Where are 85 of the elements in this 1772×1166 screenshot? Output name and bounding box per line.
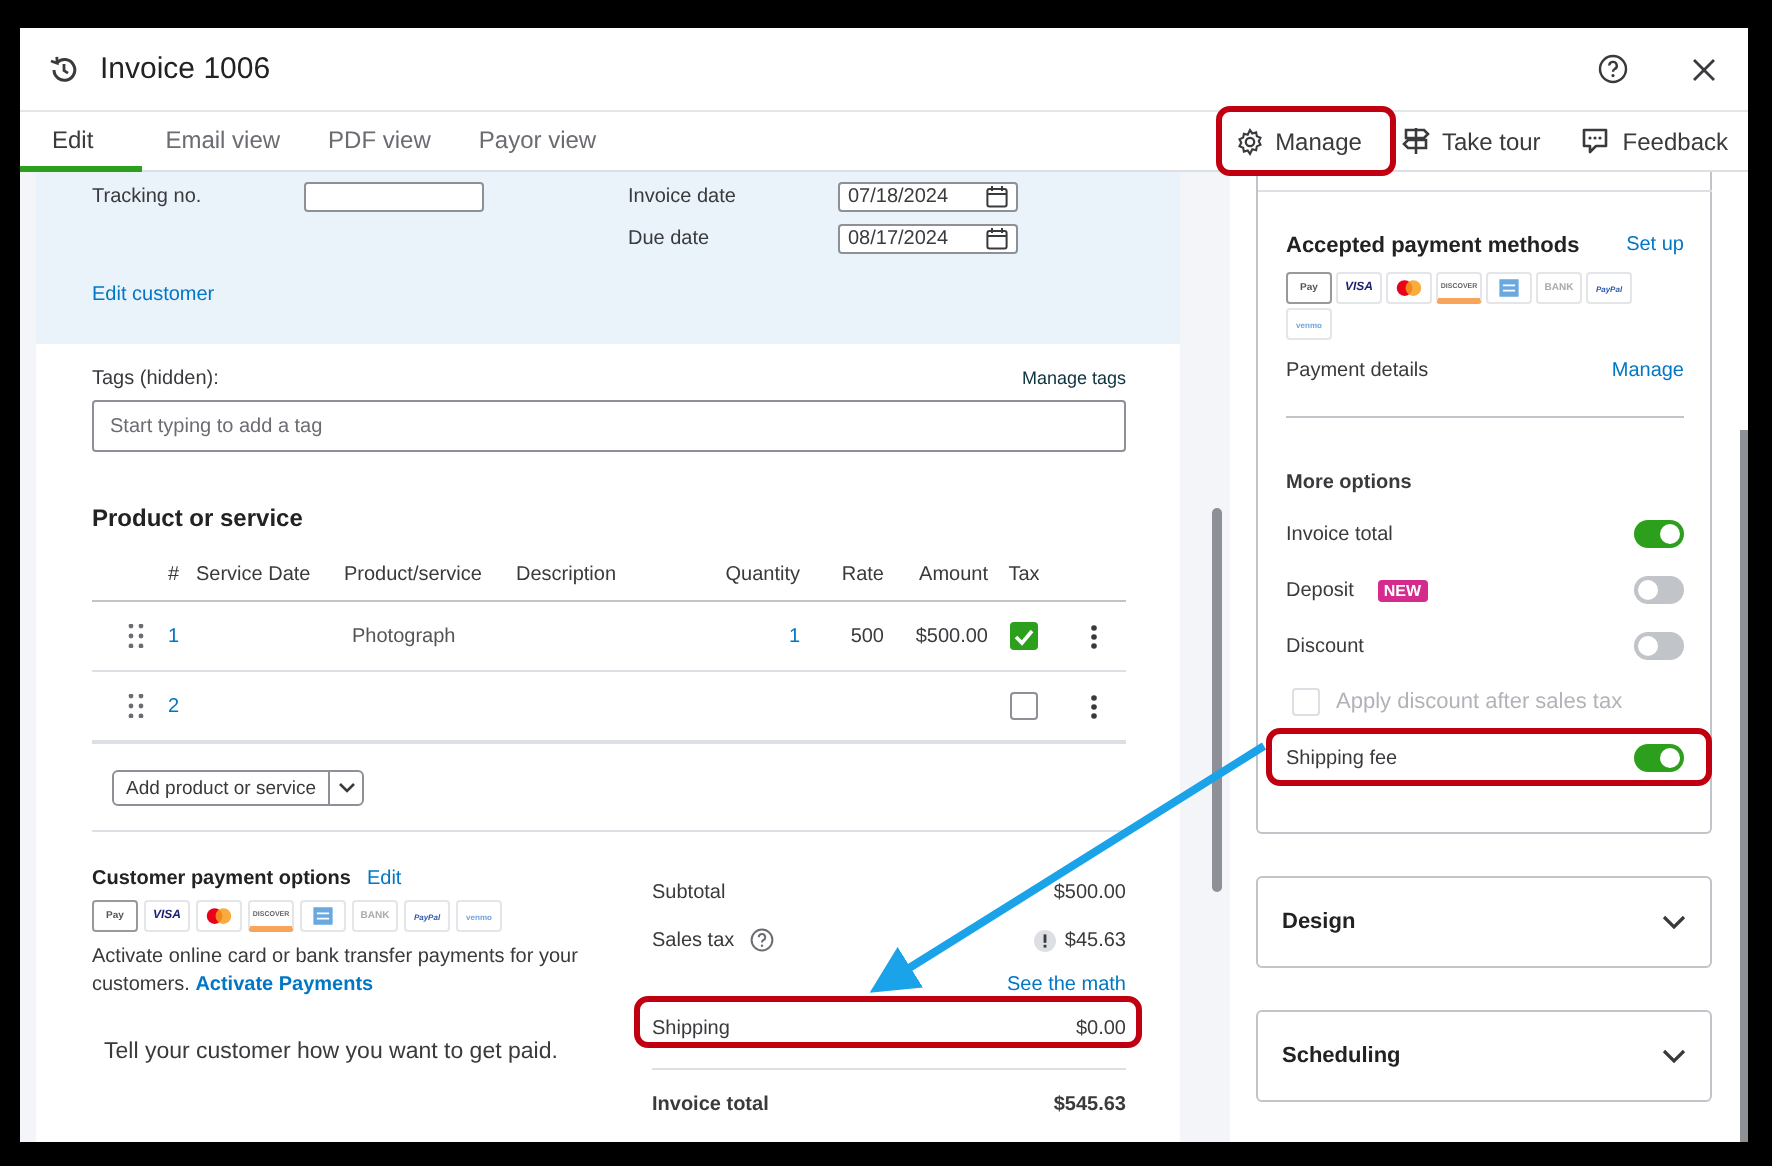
payment-note: Tell your customer how you want to get paid. [104,1040,560,1064]
total-label: Subtotal [652,881,726,903]
option-label: Shipping fee [1286,747,1398,769]
help-icon[interactable] [750,928,775,952]
edit-customer-link[interactable]: Edit customer [92,284,215,306]
tags-input-field[interactable]: Start typing to add a tag [92,400,1126,452]
section-heading: Product or service [92,504,305,532]
column-header: Description [516,563,619,585]
warning-icon [1034,929,1057,951]
mastercard-logo [196,900,242,932]
column-header: Service Date [196,563,313,585]
amex-logo [1486,272,1532,304]
toggle-switch[interactable] [1634,520,1684,548]
tab[interactable]: Payor view [454,112,621,172]
table-cell-text: 500 [848,625,884,647]
manage-button[interactable]: Manage [1215,112,1382,170]
signpost-icon [1401,126,1430,156]
payment-details-label: Payment details [1286,360,1429,382]
section-header[interactable]: Design [1256,876,1712,968]
option-label: Apply discount after sales tax [1336,690,1623,714]
drag-handle-icon[interactable] [128,694,144,718]
column-header: Amount [917,563,988,585]
more-options-heading: More options [1286,472,1414,494]
option-label: Invoice total [1286,523,1393,545]
window-title: Invoice 1006 [100,52,271,86]
column-header: Rate [839,563,884,585]
edit-link[interactable]: Edit [366,868,402,890]
toggle-switch[interactable] [1634,744,1684,772]
history-icon[interactable] [48,53,80,85]
activate-payments-text: Activate online card or bank transfer payments for your customers. Activate Payments [92,944,580,1000]
option-label: Deposit [1286,579,1354,601]
calendar-icon[interactable] [986,228,1008,250]
column-header: # [166,563,182,585]
payment-options-heading: Customer payment options [92,868,351,890]
row-number: 1 [166,625,182,647]
row-number: 2 [166,695,182,717]
calendar-icon[interactable] [986,186,1008,208]
more-options-icon[interactable] [1089,693,1097,719]
total-label: Shipping [652,1017,730,1039]
field-label: Tracking no. [92,186,204,208]
amex-logo [300,900,346,932]
tracking-number-field[interactable] [304,182,484,212]
tax-checkbox[interactable] [1010,692,1038,720]
new-badge: NEW [1377,579,1428,601]
toggle-switch[interactable] [1634,632,1684,660]
activate-payments-link[interactable]: Activate Payments [195,974,374,996]
feedback-button[interactable]: Feedback [1560,112,1748,170]
settings-icon [1235,127,1264,155]
take-tour-button[interactable]: Take tour [1381,112,1561,170]
column-header: Product/service [344,563,484,585]
table-cell-text: $500.00 [913,625,988,647]
table-cell-text: 1 [786,625,800,647]
add-product-button[interactable]: Add product or service [112,770,365,806]
total-value: $0.00 [1075,1017,1126,1039]
set-up-link[interactable]: Set up [1626,234,1684,258]
total-value: $500.00 [1053,881,1126,903]
toggle-switch[interactable] [1634,576,1684,604]
total-label: Invoice total [652,1093,769,1115]
invoice-date-field[interactable]: 07/18/2024 [838,182,1018,212]
table-cell-text: Photograph [350,625,458,647]
more-options-icon[interactable] [1089,623,1097,649]
chevron-down-icon [1662,1048,1686,1064]
option-label: Discount [1286,635,1364,657]
tags-label: Tags (hidden): [92,368,219,390]
total-value: $545.63 [1053,1093,1126,1115]
manage-tags-link[interactable]: Manage tags [1021,368,1126,390]
tax-checkbox[interactable] [1010,622,1038,650]
see-the-math-link[interactable]: See the math [1007,973,1126,995]
chat-bubble-icon [1580,126,1611,156]
chevron-down-icon [1662,914,1686,930]
manage-link[interactable]: Manage [1611,360,1684,382]
field-label: Invoice date [628,186,738,208]
tab[interactable]: PDF view [304,112,455,172]
drag-handle-icon[interactable] [128,624,144,648]
column-header: Tax [1008,563,1040,585]
total-label: Sales tax [652,929,735,951]
caret-icon [337,782,356,794]
mastercard-logo [1386,272,1432,304]
total-value: $45.63 [1064,929,1126,951]
column-header: Quantity [723,563,800,585]
tab[interactable]: Email view [141,112,305,172]
section-header[interactable]: Scheduling [1256,1010,1712,1102]
card-heading: Accepted payment methods [1286,234,1580,258]
due-date-field[interactable]: 08/17/2024 [838,224,1018,254]
field-label: Due date [628,228,712,250]
